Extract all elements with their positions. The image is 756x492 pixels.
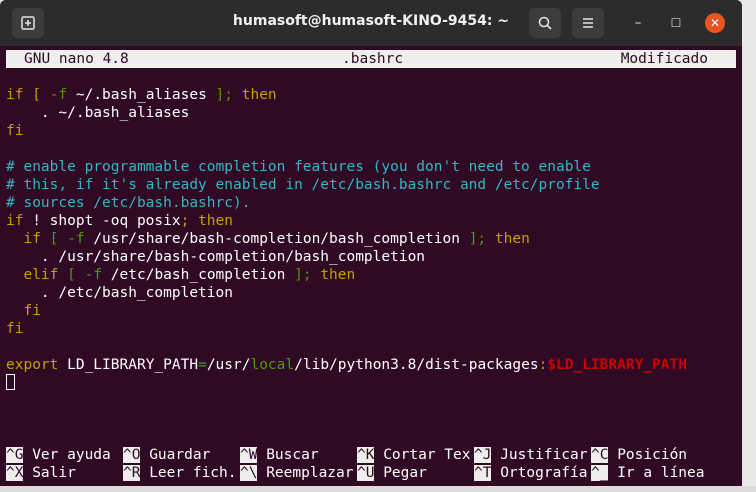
- code-line-comment-3: # sources /etc/bash.bashrc).: [6, 195, 251, 211]
- nano-version: GNU nano 4.8: [24, 51, 129, 67]
- shortcut-go-to-line[interactable]: ^_ Ir a línea: [591, 464, 705, 482]
- code-line-1: if [ -f ~/.bash_aliases ]; then: [6, 87, 277, 103]
- close-button[interactable]: ✕: [705, 13, 725, 33]
- code-line-3: fi: [6, 123, 24, 139]
- window-title: humasoft@humasoft-KINO-9454: ~: [232, 13, 510, 29]
- code-line-source-1: . /usr/share/bash-completion/bash_comple…: [6, 249, 426, 265]
- shortcut-exit[interactable]: ^X Salir: [6, 464, 76, 482]
- close-icon: ✕: [709, 16, 721, 30]
- shortcut-justify[interactable]: ^J Justificar: [474, 446, 588, 464]
- shortcut-position[interactable]: ^C Posición: [591, 446, 687, 464]
- title-bar: humasoft@humasoft-KINO-9454: ~ – ☐ ✕: [0, 0, 742, 46]
- hamburger-menu-icon: [583, 18, 593, 28]
- background-window-edge: [0, 486, 756, 492]
- maximize-icon: ☐: [670, 16, 682, 30]
- shortcut-replace[interactable]: ^\ Reemplazar: [240, 464, 354, 482]
- shortcut-paste[interactable]: ^U Pegar: [357, 464, 427, 482]
- code-line-if-bash-completion: if [ -f /usr/share/bash-completion/bash_…: [6, 231, 530, 247]
- shortcut-read-file[interactable]: ^R Leer fich.: [123, 464, 237, 482]
- menu-button[interactable]: [572, 8, 604, 38]
- text-cursor: [6, 374, 15, 390]
- code-line-comment-2: # this, if it's already enabled in /etc/…: [6, 177, 600, 193]
- maximize-button[interactable]: ☐: [666, 13, 686, 33]
- shortcut-spelling[interactable]: ^T Ortografía: [474, 464, 588, 482]
- shortcut-search[interactable]: ^W Buscar: [240, 446, 319, 464]
- shortcut-help[interactable]: ^G Ver ayuda: [6, 446, 111, 464]
- new-tab-icon: [21, 16, 35, 30]
- code-line-elif: elif [ -f /etc/bash_completion ]; then: [6, 267, 356, 283]
- modified-status: Modificado: [620, 51, 708, 67]
- shortcut-save[interactable]: ^O Guardar: [123, 446, 210, 464]
- code-line-2: . ~/.bash_aliases: [6, 105, 190, 121]
- terminal-window: humasoft@humasoft-KINO-9454: ~ – ☐ ✕ GNU…: [0, 0, 742, 486]
- minimize-icon: –: [634, 15, 642, 31]
- nano-header-bar: GNU nano 4.8 .bashrc Modificado: [6, 50, 736, 68]
- new-tab-button[interactable]: [12, 8, 44, 38]
- code-line-fi-outer: fi: [6, 321, 24, 337]
- code-line-export: export LD_LIBRARY_PATH=/usr/local/lib/py…: [6, 357, 687, 373]
- shortcut-cut[interactable]: ^K Cortar Tex: [357, 446, 471, 464]
- search-button[interactable]: [529, 8, 561, 38]
- code-line-source-2: . /etc/bash_completion: [6, 285, 233, 301]
- code-line-comment-1: # enable programmable completion feature…: [6, 159, 591, 175]
- file-name: .bashrc: [342, 51, 404, 67]
- search-icon: [538, 16, 552, 30]
- code-line-fi-inner: fi: [6, 303, 41, 319]
- code-line-if-shopt: if ! shopt -oq posix; then: [6, 213, 233, 229]
- nano-editor[interactable]: GNU nano 4.8 .bashrc Modificado if [ -f …: [0, 46, 742, 486]
- minimize-button[interactable]: –: [628, 13, 648, 33]
